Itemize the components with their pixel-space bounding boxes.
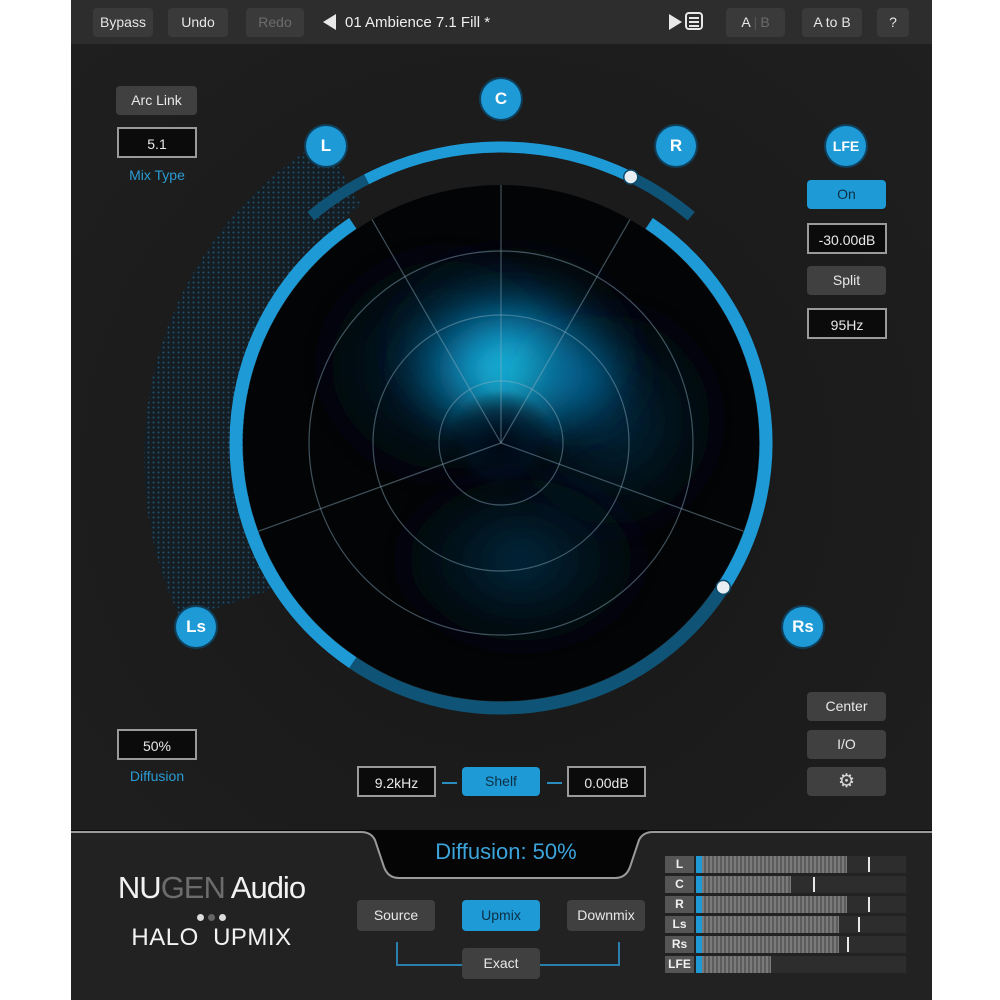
logo-dots: [109, 908, 314, 921]
meter-label: LFE: [665, 956, 694, 973]
meter-row: Rs: [665, 936, 906, 953]
meter-label: Ls: [665, 916, 694, 933]
halo-upmix-plugin: Bypass Undo Redo 01 Ambience 7.1 Fill * …: [71, 0, 932, 1000]
rear-width-handle[interactable]: [715, 579, 731, 596]
lfe-gain-field[interactable]: -30.00dB: [807, 223, 887, 254]
speaker-c-button[interactable]: C: [481, 79, 521, 119]
meter-label: R: [665, 896, 694, 913]
meter-track: [696, 936, 906, 953]
meter-track: [696, 876, 906, 893]
logo-audio: Audio: [224, 870, 306, 905]
meter-level: [702, 936, 840, 953]
shelf-button[interactable]: Shelf: [462, 767, 540, 796]
meter-peak-hold: [847, 937, 850, 952]
meter-level: [702, 896, 848, 913]
speaker-r-button[interactable]: R: [656, 126, 696, 166]
shelf-connector-left: [442, 782, 457, 784]
meter-peak-hold: [813, 877, 816, 892]
arc-link-button[interactable]: Arc Link: [116, 86, 197, 115]
product-name: HALO UPMIX: [131, 924, 292, 951]
mode-source-button[interactable]: Source: [357, 900, 435, 931]
meter-label: C: [665, 876, 694, 893]
shelf-gain-field[interactable]: 0.00dB: [567, 766, 646, 797]
diffusion-label: Diffusion: [129, 768, 185, 784]
front-arc-fill[interactable]: [364, 141, 634, 185]
split-button[interactable]: Split: [807, 266, 886, 295]
diffusion-field[interactable]: 50%: [117, 729, 197, 760]
meter-track: [696, 856, 906, 873]
meter-label: L: [665, 856, 694, 873]
speaker-ls-button[interactable]: Ls: [176, 607, 216, 647]
gear-icon: ⚙: [837, 771, 856, 792]
mix-type-field[interactable]: 5.1: [117, 127, 197, 158]
settings-button[interactable]: ⚙: [807, 767, 886, 796]
speaker-rs-button[interactable]: Rs: [783, 607, 823, 647]
meter-level: [702, 916, 840, 933]
meter-peak-hold: [857, 917, 860, 932]
meter-level: [702, 856, 848, 873]
logo-nu: NU: [117, 870, 162, 905]
meter-row: LFE: [665, 956, 906, 973]
meter-track: [696, 916, 906, 933]
mode-exact-button[interactable]: Exact: [462, 948, 540, 979]
meter-level: [702, 956, 771, 973]
meter-peak-hold: [867, 857, 870, 872]
nugen-logo: NUGEN Audio HALO UPMIX: [109, 870, 314, 952]
speaker-l-button[interactable]: L: [306, 126, 346, 166]
lfe-on-button[interactable]: On: [807, 180, 886, 209]
meter-peak-hold: [867, 897, 870, 912]
mix-type-label: Mix Type: [129, 167, 185, 183]
meter-row: C: [665, 876, 906, 893]
mode-upmix-button[interactable]: Upmix: [462, 900, 540, 931]
speaker-lfe-button[interactable]: LFE: [826, 126, 866, 166]
shelf-connector-right: [547, 782, 562, 784]
center-button[interactable]: Center: [807, 692, 886, 721]
io-button[interactable]: I/O: [807, 730, 886, 759]
shelf-freq-field[interactable]: 9.2kHz: [357, 766, 436, 797]
halo-visualization[interactable]: [71, 0, 932, 830]
diffusion-readout: Diffusion: 50%: [435, 839, 577, 864]
split-freq-field[interactable]: 95Hz: [807, 308, 887, 339]
mode-downmix-button[interactable]: Downmix: [567, 900, 645, 931]
meter-row: R: [665, 896, 906, 913]
meter-level: [702, 876, 791, 893]
meter-track: [696, 896, 906, 913]
meter-label: Rs: [665, 936, 694, 953]
logo-gen: GEN: [160, 870, 226, 905]
meter-row: Ls: [665, 916, 906, 933]
front-width-handle[interactable]: [623, 169, 639, 185]
meter-row: L: [665, 856, 906, 873]
meter-track: [696, 956, 906, 973]
